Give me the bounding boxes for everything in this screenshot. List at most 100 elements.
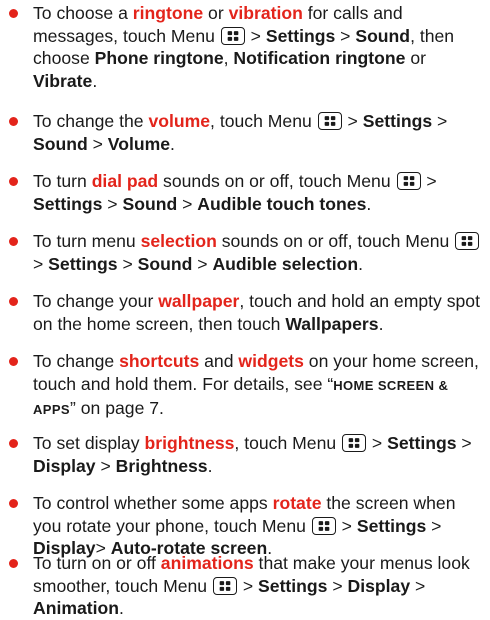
bold-term: Settings xyxy=(356,515,427,536)
text-run: . xyxy=(366,193,372,214)
tip-rotate: To control whether some apps rotate the … xyxy=(9,492,483,560)
text-run: . xyxy=(119,598,124,618)
text-run: To control whether some apps xyxy=(33,493,273,513)
bold-term: Brightness xyxy=(115,455,208,476)
text-run: > xyxy=(95,455,116,476)
bold-term: Settings xyxy=(387,433,457,453)
highlight-term: selection xyxy=(140,231,217,251)
bold-term: Vibrate xyxy=(33,70,93,91)
bold-term: Display xyxy=(347,575,411,596)
bullet xyxy=(9,439,18,448)
bold-term: Sound xyxy=(33,133,88,154)
highlight-term: vibration xyxy=(228,3,303,23)
text-run: . xyxy=(92,70,98,91)
highlight-term: widgets xyxy=(238,351,304,371)
bullet xyxy=(9,237,18,246)
highlight-term: animations xyxy=(160,553,254,573)
bullet xyxy=(9,357,18,366)
tip-text: To change your wallpaper, touch and hold… xyxy=(33,291,480,334)
text-run: ” on page 7. xyxy=(70,398,164,418)
tip-shortcuts: To change shortcuts and widgets on your … xyxy=(9,350,483,422)
text-run: To choose a xyxy=(33,3,133,23)
text-run: To change the xyxy=(33,111,149,131)
bullet xyxy=(9,499,18,508)
tip-text: To change shortcuts and widgets on your … xyxy=(33,351,479,418)
text-run: > xyxy=(177,193,198,214)
menu-grid-icon xyxy=(317,112,342,130)
tip-brightness: To set display brightness, touch Menu > … xyxy=(9,432,483,477)
tip-text: To turn on or off animations that make y… xyxy=(33,553,470,618)
tip-text: To control whether some apps rotate the … xyxy=(33,493,456,558)
bold-term: Settings xyxy=(33,193,103,214)
text-run: > xyxy=(33,253,49,274)
tip-animations: To turn on or off animations that make y… xyxy=(9,552,483,620)
bold-term: Audible touch tones xyxy=(197,193,367,214)
text-run: To change xyxy=(33,351,120,371)
text-run: . xyxy=(170,133,175,154)
highlight-term: volume xyxy=(148,111,211,131)
text-run: , touch Menu xyxy=(210,111,317,131)
menu-grid-icon xyxy=(212,576,237,595)
bold-term: Settings xyxy=(48,253,118,274)
text-run: . xyxy=(207,455,213,476)
text-run: sounds on or off, touch Menu xyxy=(216,231,455,251)
text-run: sounds on or off, touch Menu xyxy=(158,171,396,191)
bullet xyxy=(9,177,18,186)
highlight-term: wallpaper xyxy=(158,291,240,311)
text-run: and xyxy=(199,351,239,371)
text-run: > xyxy=(102,193,123,214)
manual-page: To choose a ringtone or vibration for ca… xyxy=(0,0,490,620)
text-run: > xyxy=(456,433,472,453)
bold-term: Sound xyxy=(137,253,193,274)
tip-text: To change the volume, touch Menu > Setti… xyxy=(33,111,447,154)
highlight-term: rotate xyxy=(272,493,322,513)
text-run: > xyxy=(192,253,213,274)
text-run: or xyxy=(203,3,229,23)
bullet xyxy=(9,117,18,126)
bold-term: Sound xyxy=(122,193,178,214)
text-run: > xyxy=(87,133,108,154)
menu-grid-icon xyxy=(342,434,367,452)
text-run: > xyxy=(327,575,348,596)
tip-wallpaper: To change your wallpaper, touch and hold… xyxy=(9,290,483,335)
text-run: , xyxy=(223,48,234,68)
bold-term: Wallpapers xyxy=(285,313,379,334)
text-run: > xyxy=(237,575,259,596)
highlight-term: dial pad xyxy=(91,171,159,191)
text-run: To turn menu xyxy=(33,231,141,251)
text-run: > xyxy=(410,575,426,596)
bold-term: Settings xyxy=(258,575,328,596)
text-run: To turn xyxy=(33,171,92,191)
bold-term: Settings xyxy=(265,25,336,46)
text-run: > xyxy=(367,433,388,453)
text-run: . xyxy=(378,313,384,334)
menu-grid-icon xyxy=(396,172,421,190)
text-run: To set display xyxy=(33,433,145,453)
tip-volume: To change the volume, touch Menu > Setti… xyxy=(9,110,483,155)
highlight-term: shortcuts xyxy=(119,351,200,371)
bold-term: Phone ringtone xyxy=(94,48,224,68)
text-run: , touch Menu xyxy=(234,433,342,453)
bullet xyxy=(9,559,18,568)
text-run: > xyxy=(432,111,448,131)
bullet xyxy=(9,9,18,18)
text-run: To change your xyxy=(33,291,159,311)
bold-term: Notification ringtone xyxy=(233,48,406,68)
text-run: > xyxy=(245,25,266,46)
text-run: > xyxy=(335,25,356,46)
text-run: > xyxy=(426,515,442,536)
text-run: To turn on or off xyxy=(33,553,161,573)
text-run: . xyxy=(358,253,363,274)
text-run: > xyxy=(117,253,138,274)
tip-ringtone: To choose a ringtone or vibration for ca… xyxy=(9,2,483,92)
menu-grid-icon xyxy=(455,232,480,250)
tip-text: To choose a ringtone or vibration for ca… xyxy=(33,3,454,91)
bullet xyxy=(9,297,18,306)
tip-selection: To turn menu selection sounds on or off,… xyxy=(9,230,483,275)
bold-term: Animation xyxy=(33,598,120,618)
text-run: or xyxy=(405,48,426,68)
bold-term: Display xyxy=(33,455,96,476)
tip-dial-pad: To turn dial pad sounds on or off, touch… xyxy=(9,170,483,215)
tip-text: To turn dial pad sounds on or off, touch… xyxy=(33,171,437,214)
bold-term: Audible selection xyxy=(212,253,359,274)
